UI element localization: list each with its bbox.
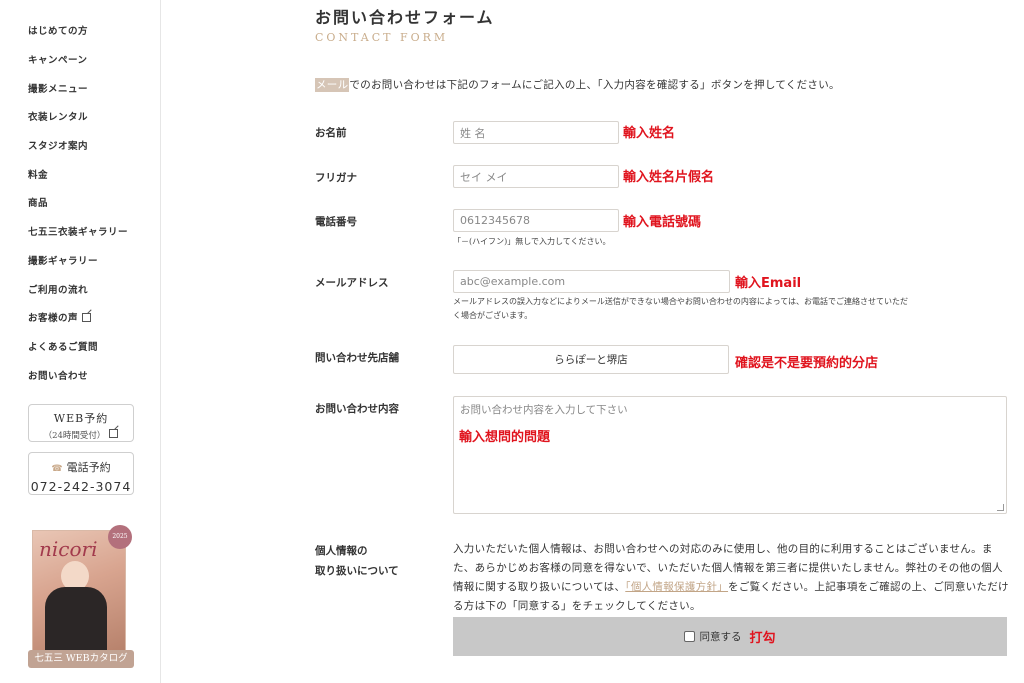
phone-booking-title-row: ☎ 電話予約 (29, 459, 133, 475)
nav-item-products[interactable]: 商品 (28, 188, 128, 217)
nav-item-first-time[interactable]: はじめての方 (28, 16, 128, 45)
intro-text: メールでのお問い合わせは下記のフォームにご記入の上、「入力内容を確認する」ボタン… (315, 77, 840, 92)
web-booking-subtitle: （24時間受付） (43, 431, 106, 441)
phone-booking-title: 電話予約 (66, 461, 111, 474)
nav-label: お問い合わせ (28, 370, 89, 382)
email-placeholder: abc@example.com (460, 275, 566, 288)
email-annotation: 輸入Email (735, 276, 802, 291)
agree-bar: 同意する 打勾 (453, 617, 1007, 656)
email-note-line1: メールアドレスの誤入力などによりメール送信ができない場合やお問い合わせの内容によ… (453, 297, 909, 306)
catalog-year-badge: 2025 (108, 525, 132, 549)
kana-annotation: 輸入姓名片假名 (623, 170, 715, 185)
nav-item-photo-menu[interactable]: 撮影メニュー (28, 73, 128, 102)
external-link-icon (109, 429, 119, 438)
intro-rest: でのお問い合わせは下記のフォームにご記入の上、「入力内容を確認する」ボタンを押し… (349, 79, 840, 91)
page-subtitle: CONTACT FORM (315, 31, 449, 44)
store-value: ららぽーと堺店 (554, 354, 628, 366)
name-placeholder: 姓 名 (460, 126, 486, 140)
nav-label: よくあるご質問 (28, 341, 99, 353)
nav-label: 撮影メニュー (28, 83, 89, 95)
nav-label: はじめての方 (28, 26, 89, 38)
nav-label: 撮影ギャラリー (28, 255, 99, 267)
nav-item-studio-guide[interactable]: スタジオ案内 (28, 131, 128, 160)
catalog-cover-title: nicori (39, 537, 98, 561)
agree-checkbox[interactable] (684, 631, 696, 642)
nav-label: 七五三衣装ギャラリー (28, 227, 129, 239)
nav-item-flow[interactable]: ご利用の流れ (28, 274, 128, 303)
nav-item-contact[interactable]: お問い合わせ (28, 360, 128, 389)
privacy-label-line2: 取り扱いについて (315, 565, 399, 577)
nav-item-photo-gallery[interactable]: 撮影ギャラリー (28, 246, 128, 275)
external-link-icon (82, 312, 92, 322)
phone-annotation: 輸入電話號碼 (623, 215, 702, 230)
content-textarea[interactable]: お問い合わせ内容を入力して下さい (453, 396, 1007, 514)
intro-highlight: メール (315, 78, 350, 92)
content-label: お問い合わせ内容 (315, 403, 399, 415)
web-booking-button[interactable]: WEB予約 （24時間受付） (28, 404, 134, 442)
catalog-cover-body (45, 587, 107, 653)
nav-label: スタジオ案内 (28, 141, 89, 153)
phone-input[interactable]: 0612345678 (453, 209, 619, 232)
kana-label: フリガナ (315, 172, 357, 184)
sidebar-nav: はじめての方 キャンペーン 撮影メニュー 衣装レンタル スタジオ案内 料金 商品… (28, 16, 128, 389)
phone-booking-button[interactable]: ☎ 電話予約 072-242-3074 (28, 452, 134, 495)
privacy-policy-link[interactable]: 「個人情報保護方針」 (625, 581, 728, 593)
sidebar: はじめての方 キャンペーン 撮影メニュー 衣装レンタル スタジオ案内 料金 商品… (0, 0, 161, 683)
nav-item-faq[interactable]: よくあるご質問 (28, 332, 128, 361)
phone-label: 電話番号 (315, 216, 357, 228)
agree-label[interactable]: 同意する (699, 629, 741, 644)
nav-label: 商品 (28, 198, 49, 210)
web-catalog-link[interactable]: nicori 2025 七五三 WEBカタログ (28, 524, 134, 672)
agree-annotation: 打勾 (749, 631, 776, 646)
nav-label: 料金 (28, 169, 49, 181)
nav-label: ご利用の流れ (28, 284, 89, 296)
kana-input[interactable]: セイ メイ (453, 165, 619, 188)
resize-grip-icon[interactable] (997, 504, 1004, 511)
page-title: お問い合わせフォーム (315, 8, 495, 27)
content-annotation: 輸入想問的問題 (459, 430, 551, 445)
privacy-label-line1: 個人情報の (315, 545, 368, 557)
name-input[interactable]: 姓 名 (453, 121, 619, 144)
name-annotation: 輸入姓名 (623, 126, 676, 141)
phone-number: 072-242-3074 (30, 479, 132, 494)
web-booking-title: WEB予約 (53, 412, 109, 425)
phone-note: 「－(ハイフン)」無しで入力してください。 (453, 237, 611, 246)
nav-item-campaign[interactable]: キャンペーン (28, 45, 128, 74)
nav-item-pricing[interactable]: 料金 (28, 159, 128, 188)
nav-item-753-gallery[interactable]: 七五三衣装ギャラリー (28, 217, 128, 246)
main-content: お問い合わせフォーム CONTACT FORM メールでのお問い合わせは下記のフ… (161, 0, 1024, 683)
web-booking-subtitle-row: （24時間受付） (29, 429, 133, 441)
email-label: メールアドレス (315, 277, 389, 289)
store-label: 問い合わせ先店舗 (315, 352, 399, 364)
nav-label: キャンペーン (28, 55, 88, 67)
store-annotation: 確認是不是要預約的分店 (735, 356, 879, 371)
nav-label: 衣装レンタル (28, 112, 89, 124)
email-input[interactable]: abc@example.com (453, 270, 730, 293)
privacy-text: 入力いただいた個人情報は、お問い合わせへの対応のみに使用し、他の目的に利用するこ… (453, 540, 1009, 616)
nav-item-costume-rental[interactable]: 衣装レンタル (28, 102, 128, 131)
nav-label: お客様の声 (28, 313, 79, 325)
catalog-label: 七五三 WEBカタログ (28, 650, 134, 668)
kana-placeholder: セイ メイ (460, 170, 508, 184)
store-select[interactable]: ららぽーと堺店 (453, 345, 729, 374)
phone-icon: ☎ (51, 464, 63, 474)
email-note-line2: く場合がございます。 (453, 311, 533, 320)
catalog-cover-image: nicori (32, 530, 126, 653)
phone-placeholder: 0612345678 (460, 214, 530, 227)
content-placeholder: お問い合わせ内容を入力して下さい (460, 404, 628, 416)
name-label: お名前 (315, 127, 347, 139)
nav-item-reviews[interactable]: お客様の声 (28, 303, 128, 332)
